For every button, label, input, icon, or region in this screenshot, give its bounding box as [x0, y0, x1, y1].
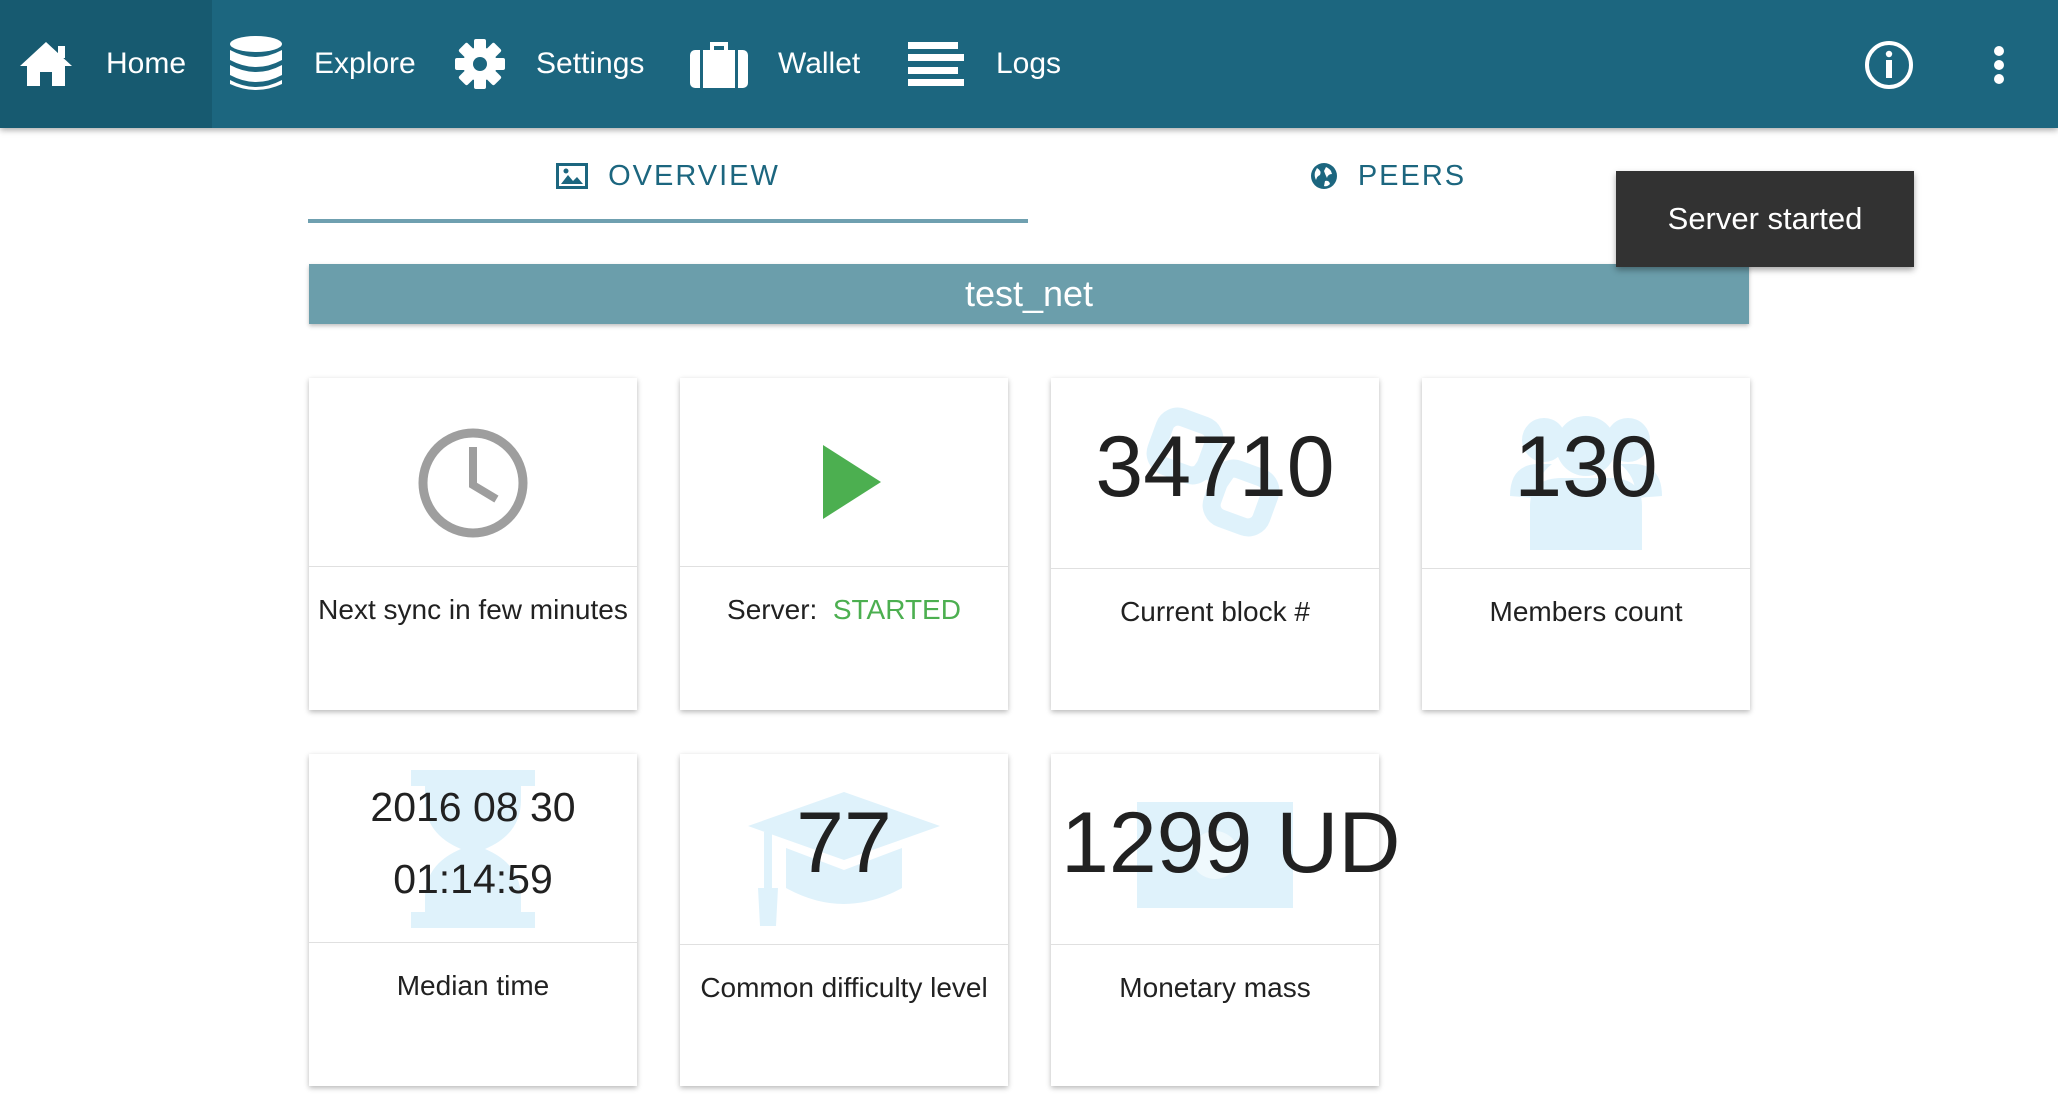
- card-server: Server: STARTED: [680, 378, 1008, 710]
- card-median-time-label: Median time: [396, 970, 550, 1001]
- network-name: test_net: [964, 273, 1094, 314]
- nav-settings-label: Settings: [536, 47, 645, 80]
- nav-explore[interactable]: Explore: [228, 0, 416, 128]
- card-next-sync: Next sync in few minutes: [309, 378, 637, 710]
- more-dot: [1994, 74, 2004, 84]
- card-next-sync-label: Next sync in few minutes: [318, 594, 628, 625]
- card-visual: 2016 08 30 01:14:59: [309, 754, 637, 942]
- card-monetary-mass: 1299 UD Monetary mass: [1051, 754, 1400, 1086]
- network-banner: test_net: [309, 264, 1749, 324]
- card-divider: [309, 566, 637, 567]
- image-icon: [556, 163, 589, 189]
- card-common-difficulty-label: Common difficulty level: [700, 972, 988, 1003]
- briefcase-icon: [688, 38, 750, 90]
- card-divider: [309, 942, 637, 943]
- card-monetary-mass-label: Monetary mass: [1119, 972, 1311, 1003]
- card-server-label: Server: STARTED: [680, 594, 1008, 626]
- card-visual: [680, 378, 1008, 566]
- toast-message: Server started: [1667, 201, 1863, 236]
- more-dot: [1994, 60, 2004, 70]
- nav-logs-label: Logs: [996, 47, 1062, 80]
- card-divider: [680, 944, 1008, 945]
- tab-overview[interactable]: OVERVIEW: [308, 128, 1028, 224]
- median-time-value: 01:14:59: [393, 856, 553, 902]
- tab-peers-label: PEERS: [1357, 159, 1467, 192]
- clock-icon: [418, 428, 528, 538]
- nav-explore-label: Explore: [314, 47, 416, 80]
- card-members-count-label: Members count: [1489, 596, 1683, 627]
- nav-wallet[interactable]: Wallet: [688, 0, 860, 128]
- current-block-value: 34710: [1095, 419, 1335, 515]
- card-median-time: 2016 08 30 01:14:59 Median time: [309, 754, 637, 1086]
- tab-overview-label: OVERVIEW: [608, 159, 780, 192]
- nav-home[interactable]: Home: [0, 0, 212, 128]
- card-divider: [1422, 568, 1750, 569]
- nav-settings[interactable]: Settings: [454, 0, 644, 128]
- median-date: 2016 08 30: [370, 784, 576, 830]
- card-visual: 77: [680, 754, 1008, 944]
- tab-active-indicator: [308, 219, 1028, 223]
- server-label-prefix: Server:: [727, 594, 818, 625]
- card-divider: [1051, 568, 1379, 569]
- nav-wallet-label: Wallet: [778, 47, 861, 80]
- database-icon: [228, 34, 284, 94]
- more-dot: [1994, 46, 2004, 56]
- toast-notification: Server started: [1616, 171, 1914, 267]
- home-icon: [18, 40, 74, 88]
- card-members-count: 130 Members count: [1422, 378, 1750, 710]
- gear-icon: [454, 38, 506, 90]
- top-app-bar: Home Explore Settings Wallet Logs: [0, 0, 2058, 128]
- card-visual: 1299 UD: [1051, 754, 1400, 944]
- lines-icon: [906, 40, 966, 88]
- card-common-difficulty: 77 Common difficulty level: [680, 754, 1008, 1086]
- play-icon[interactable]: [821, 443, 883, 521]
- card-divider: [1051, 944, 1379, 945]
- card-visual: 34710: [1051, 378, 1379, 568]
- card-visual: 130: [1422, 378, 1750, 568]
- members-count-value: 130: [1514, 419, 1658, 515]
- tab-bar: OVERVIEW PEERS: [308, 128, 1748, 224]
- difficulty-value: 77: [796, 795, 892, 891]
- nav-logs[interactable]: Logs: [906, 0, 1061, 128]
- info-icon[interactable]: [1864, 40, 1914, 90]
- card-current-block: 34710 Current block #: [1051, 378, 1379, 710]
- monetary-mass-value: 1299 UD: [1061, 795, 1401, 891]
- more-vert-icon[interactable]: [1982, 40, 2016, 90]
- server-status: STARTED: [832, 594, 961, 625]
- globe-icon: [1310, 162, 1338, 190]
- nav-home-label: Home: [106, 47, 187, 80]
- card-current-block-label: Current block #: [1120, 596, 1310, 627]
- card-visual: [309, 378, 637, 566]
- card-divider: [680, 566, 1008, 567]
